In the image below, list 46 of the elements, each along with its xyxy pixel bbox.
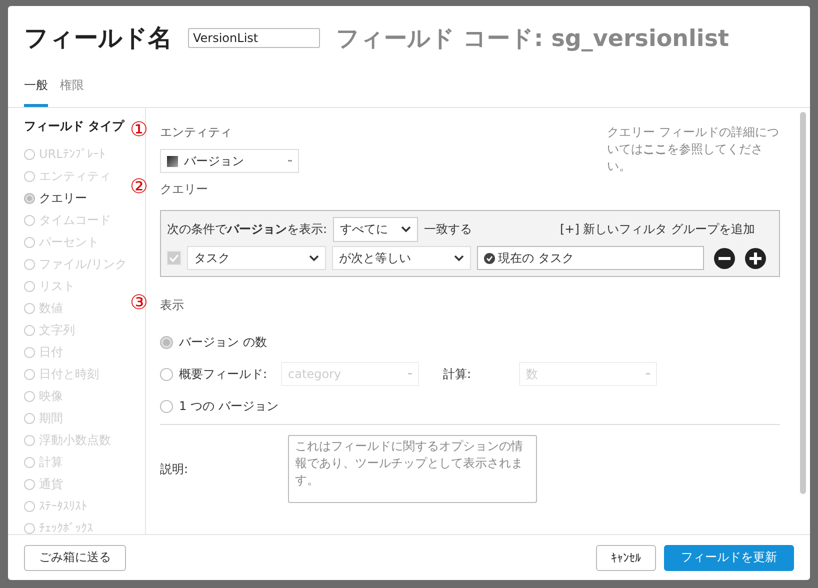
step-number: ②	[130, 175, 149, 197]
section-title: エンティティ	[160, 124, 233, 141]
display-option-label: 概要フィールド:	[179, 366, 268, 382]
section-title: 表示	[160, 297, 184, 314]
field-type-radio[interactable]: クエリー	[24, 187, 87, 209]
tab[interactable]: 一般	[24, 77, 48, 107]
field-name-input[interactable]: VersionList	[188, 28, 320, 48]
remove-icon[interactable]	[714, 248, 735, 268]
add-filter-group-link[interactable]: [+] 新しいフィルタ グループを追加	[560, 221, 755, 238]
check-circle-icon	[484, 252, 495, 264]
caret-icon	[288, 160, 292, 162]
display-radio[interactable]	[160, 368, 173, 380]
dialog-title: フィールド名	[24, 23, 172, 54]
entity-select[interactable]: バージョン	[160, 149, 299, 173]
query-suffix: 一致する	[424, 221, 472, 238]
display-radio[interactable]	[160, 336, 173, 348]
section-title: クエリー	[160, 181, 208, 198]
cancel-button[interactable]: ｷｬﾝｾﾙ	[596, 544, 656, 570]
add-icon[interactable]	[745, 248, 766, 268]
filter-field-select[interactable]: タスク	[187, 246, 326, 270]
filter-operator-select[interactable]: が次と等しい	[332, 246, 471, 270]
step-number: ③	[130, 291, 149, 313]
field-code-label: フィールド コード: sg_versionlist	[336, 24, 730, 54]
entity-icon	[167, 156, 178, 166]
chevron-icon	[401, 226, 412, 233]
help-text: クエリー フィールドの詳細についてはここを参照してください。	[607, 124, 780, 175]
calc-label: 計算:	[443, 366, 472, 382]
step-number: ①	[130, 118, 149, 140]
chevron-icon	[454, 254, 464, 262]
description-field[interactable]: これはフィールドに関するオプションの情報であり、ツールチップとして表示されます。	[288, 435, 538, 503]
caret-icon	[408, 373, 412, 375]
display-radio[interactable]	[160, 400, 173, 412]
trash-button[interactable]: ごみ箱に送る	[24, 544, 126, 570]
filter-value-field[interactable]: 現在の タスク	[477, 246, 704, 270]
tab[interactable]: 権限	[60, 77, 84, 107]
sidebar-title: フィールド タイプ	[24, 118, 124, 135]
match-select[interactable]: すべてに	[333, 217, 418, 242]
chevron-icon	[309, 254, 319, 262]
filter-checkbox[interactable]	[167, 251, 181, 265]
description-label: 説明:	[160, 460, 188, 478]
scrollbar-thumb[interactable]	[800, 112, 806, 494]
display-option-label: 1 つの バージョン	[179, 398, 278, 414]
display-option-label: バージョン の数	[179, 334, 267, 350]
caret-icon	[646, 373, 650, 375]
query-prefix: 次の条件でバージョンを表示:	[167, 221, 328, 238]
update-button[interactable]: フィールドを更新	[664, 544, 794, 570]
